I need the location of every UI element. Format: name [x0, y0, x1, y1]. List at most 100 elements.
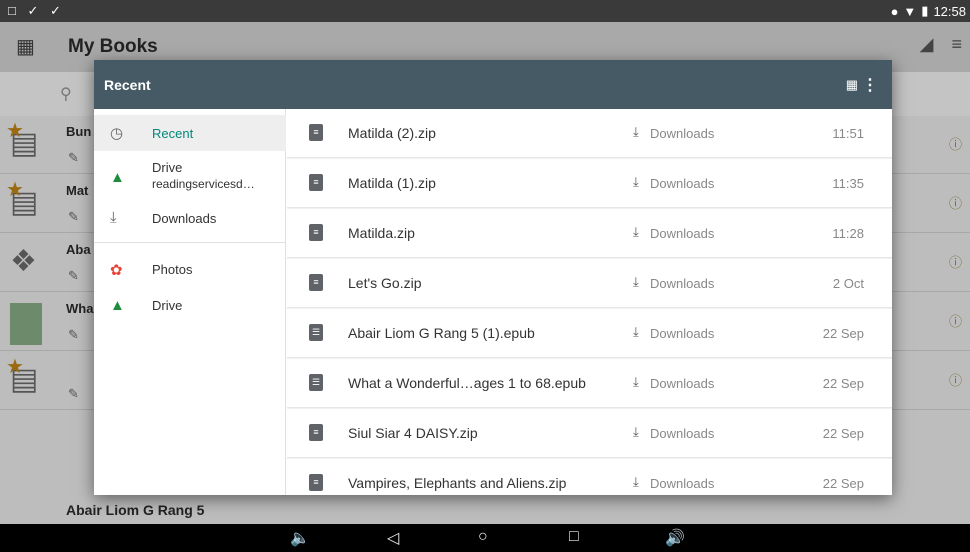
- file-location: Downloads: [650, 326, 715, 341]
- info-icon[interactable]: ⓘ: [949, 370, 962, 389]
- file-name: Matilda (2).zip: [348, 125, 436, 141]
- file-row[interactable]: ≡ Siul Siar 4 DAISY.zip ⤓ Downloads 22 S…: [287, 409, 892, 458]
- file-list: ≡ Matilda (2).zip ⤓ Downloads 11:51 ≡ Ma…: [287, 109, 892, 495]
- file-row[interactable]: ☰ What a Wonderful…ages 1 to 68.epub ⤓ D…: [287, 359, 892, 408]
- file-date: 11:35: [832, 176, 864, 191]
- zip-file-icon: ≡: [309, 274, 323, 291]
- edit-icon[interactable]: ✎: [68, 150, 79, 166]
- grid-view-icon[interactable]: ▦: [846, 77, 858, 93]
- more-options-icon[interactable]: ⋮: [862, 75, 878, 95]
- info-icon[interactable]: ⓘ: [949, 193, 962, 212]
- file-location: Downloads: [650, 176, 715, 191]
- book-title: Aba: [66, 242, 91, 257]
- file-date: 11:28: [832, 226, 864, 241]
- root-item-drive[interactable]: ▲ Drive: [94, 289, 286, 325]
- back-icon[interactable]: ◁: [387, 528, 399, 548]
- file-name: Matilda (1).zip: [348, 175, 436, 191]
- file-location: Downloads: [650, 426, 715, 441]
- download-icon: ⤓: [633, 474, 639, 489]
- star-icon: ★: [6, 179, 24, 201]
- epub-file-icon: ☰: [309, 374, 323, 391]
- root-label: Recent: [152, 126, 194, 141]
- clock-icon: ◷: [110, 125, 124, 142]
- file-location: Downloads: [650, 226, 715, 241]
- download-icon: ⤓: [633, 124, 639, 139]
- edit-icon[interactable]: ✎: [68, 268, 79, 284]
- root-label: Photos: [152, 262, 193, 277]
- photos-icon: ✿: [110, 262, 123, 279]
- file-row[interactable]: ≡ Matilda (1).zip ⤓ Downloads 11:35: [287, 159, 892, 208]
- recents-icon[interactable]: □: [569, 528, 579, 546]
- dnd-icon: ●: [890, 3, 899, 19]
- book-title[interactable]: Abair Liom G Rang 5: [66, 502, 204, 518]
- root-item-photos[interactable]: ✿ Photos: [94, 253, 286, 289]
- edit-icon[interactable]: ✎: [68, 209, 79, 225]
- zip-file-icon: ≡: [309, 224, 323, 241]
- root-label: Drive: [152, 160, 183, 175]
- drive-icon: ▲: [110, 297, 125, 314]
- file-date: 2 Oct: [832, 276, 864, 291]
- app-title: My Books: [68, 36, 158, 57]
- ear-icon: ❖: [10, 245, 37, 278]
- volume-up-icon[interactable]: 🔊: [665, 528, 685, 548]
- zip-file-icon: ≡: [309, 174, 323, 191]
- file-date: 22 Sep: [822, 426, 864, 441]
- file-name: Siul Siar 4 DAISY.zip: [348, 425, 478, 441]
- file-name: Vampires, Elephants and Aliens.zip: [348, 475, 567, 491]
- library-icon[interactable]: ▦: [16, 34, 35, 59]
- info-icon[interactable]: ⓘ: [949, 311, 962, 330]
- home-icon[interactable]: ○: [478, 528, 488, 546]
- file-row[interactable]: ≡ Vampires, Elephants and Aliens.zip ⤓ D…: [287, 459, 892, 495]
- info-icon[interactable]: ⓘ: [949, 252, 962, 271]
- root-item-downloads[interactable]: ⤓ Downloads: [94, 202, 286, 238]
- picker-header: Recent ▦ ⋮: [94, 60, 892, 109]
- edit-icon[interactable]: ✎: [68, 327, 79, 343]
- drive-icon: ▲: [110, 169, 125, 186]
- book-cover-image: [10, 303, 42, 345]
- book-title: Mat: [66, 183, 89, 198]
- zip-file-icon: ≡: [309, 424, 323, 441]
- file-row[interactable]: ≡ Let's Go.zip ⤓ Downloads 2 Oct: [287, 259, 892, 308]
- file-row[interactable]: ≡ Matilda (2).zip ⤓ Downloads 11:51: [287, 109, 892, 158]
- file-location: Downloads: [650, 276, 715, 291]
- download-icon: ⤓: [633, 274, 639, 289]
- book-title: Wha: [66, 301, 94, 316]
- notification-icons: □ ✓ ✓: [8, 3, 65, 18]
- file-name: What a Wonderful…ages 1 to 68.epub: [348, 375, 586, 391]
- document-picker-dialog: Recent ▦ ⋮ ◷ Recent ▲ Drive readingservi…: [94, 60, 892, 495]
- file-location: Downloads: [650, 476, 715, 491]
- info-icon[interactable]: ⓘ: [949, 134, 962, 153]
- download-icon: ⤓: [110, 209, 117, 226]
- file-location: Downloads: [650, 126, 715, 141]
- root-item-drive-account[interactable]: ▲ Drive readingservicesd…: [94, 155, 286, 199]
- status-bar: □ ✓ ✓ ● ▼ ▮ 12:58: [0, 0, 970, 22]
- root-item-recent[interactable]: ◷ Recent: [94, 115, 286, 151]
- file-row[interactable]: ☰ Abair Liom G Rang 5 (1).epub ⤓ Downloa…: [287, 309, 892, 358]
- star-icon: ★: [6, 356, 24, 378]
- file-date: 22 Sep: [822, 376, 864, 391]
- battery-icon: ▮: [921, 3, 929, 18]
- status-time: 12:58: [933, 3, 966, 19]
- download-icon: ⤓: [633, 324, 639, 339]
- book-title: Bun: [66, 124, 92, 139]
- volume-down-icon[interactable]: 🔈: [290, 528, 310, 548]
- download-icon: ⤓: [633, 174, 639, 189]
- file-date: 11:51: [832, 126, 864, 141]
- root-account: readingservicesd…: [152, 177, 255, 191]
- sort-icon[interactable]: ≡: [951, 34, 962, 55]
- root-label: Drive: [152, 298, 183, 313]
- edit-icon[interactable]: ✎: [68, 386, 79, 402]
- file-date: 22 Sep: [822, 326, 864, 341]
- zip-file-icon: ≡: [309, 474, 323, 491]
- download-icon: ⤓: [633, 224, 639, 239]
- file-row[interactable]: ≡ Matilda.zip ⤓ Downloads 11:28: [287, 209, 892, 258]
- file-name: Matilda.zip: [348, 225, 415, 241]
- add-book-icon[interactable]: ◢: [920, 34, 934, 55]
- root-label: Downloads: [152, 211, 217, 226]
- download-icon: ⤓: [633, 374, 639, 389]
- search-icon: ⚲: [60, 86, 72, 103]
- wifi-icon: ▼: [903, 3, 917, 19]
- device-screen: □ ✓ ✓ ● ▼ ▮ 12:58 ▦ My Books ◢ ≡ ⚲ ▤ ★ B…: [0, 0, 970, 552]
- divider: [94, 242, 286, 243]
- toolbar-actions: ◢ ≡: [920, 34, 962, 55]
